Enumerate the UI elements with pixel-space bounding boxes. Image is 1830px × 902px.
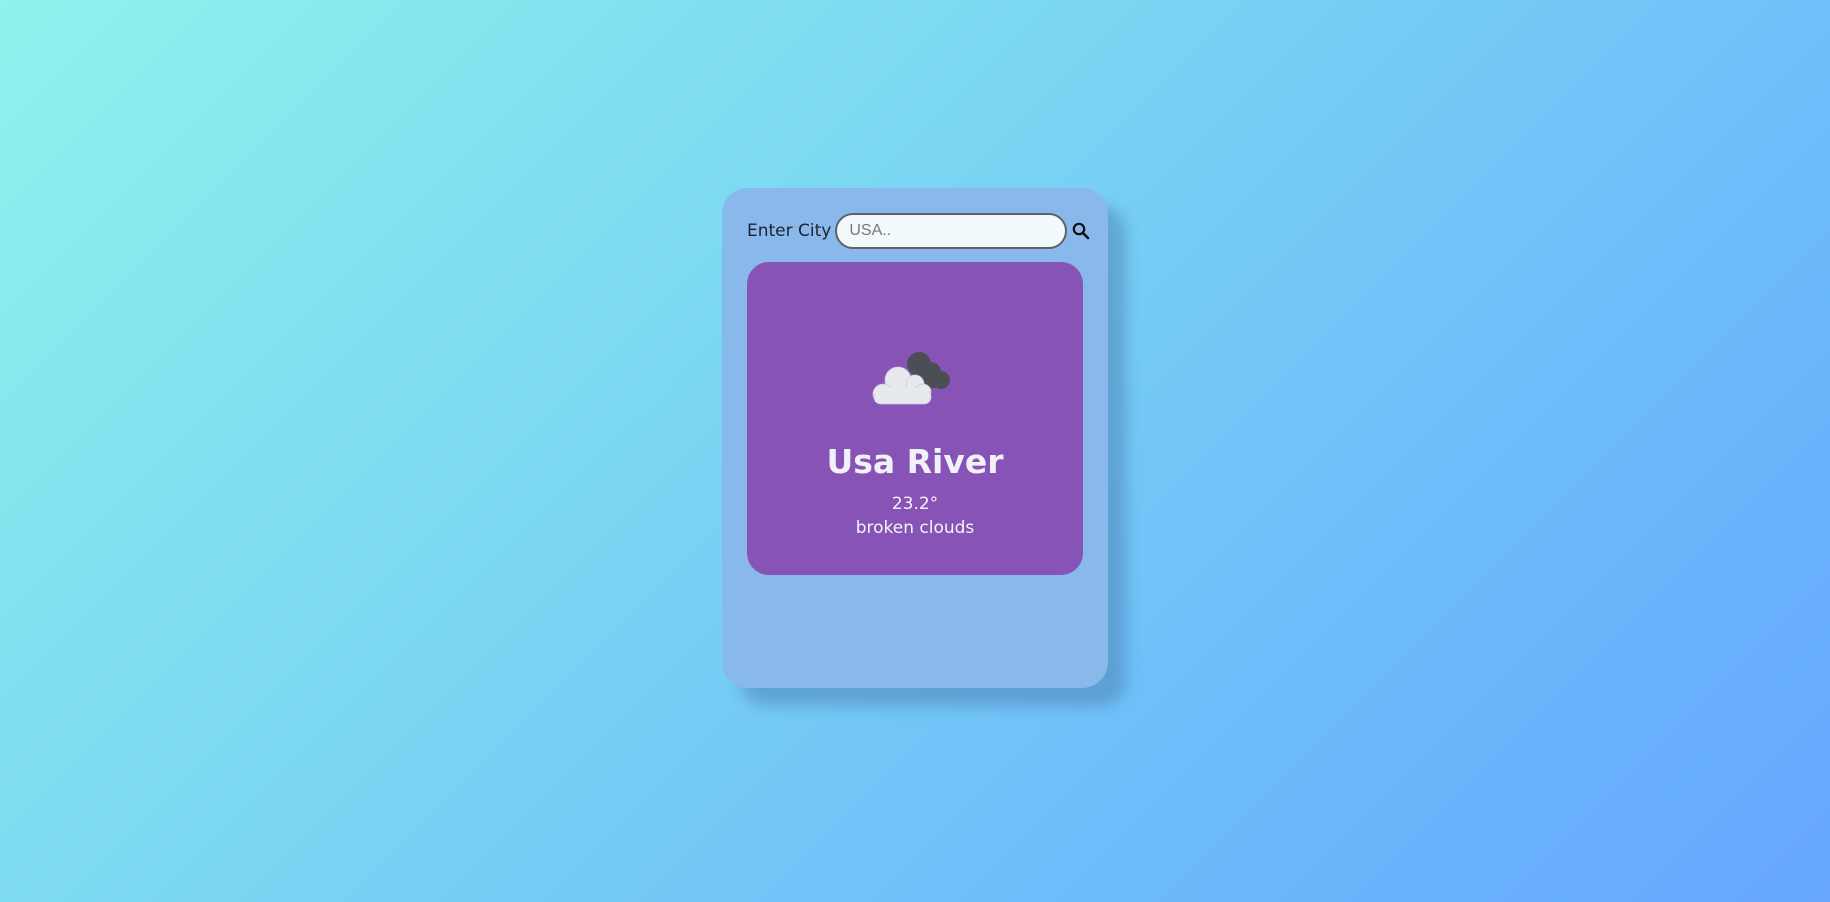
temperature-value: 23.2°	[891, 494, 939, 514]
search-bar: Enter City	[747, 213, 1092, 249]
city-name: Usa River	[826, 442, 1004, 481]
weather-result-card: Usa River 23.2° broken clouds	[747, 262, 1083, 575]
weather-description: broken clouds	[855, 518, 975, 538]
search-icon	[1073, 222, 1090, 240]
broken-clouds-icon	[872, 352, 950, 405]
search-button[interactable]	[1070, 220, 1092, 242]
search-label: Enter City	[747, 221, 832, 241]
weather-app-card: Enter City USA.. Usa River 23.2° broken …	[722, 188, 1108, 688]
city-search-input[interactable]	[835, 213, 1068, 249]
